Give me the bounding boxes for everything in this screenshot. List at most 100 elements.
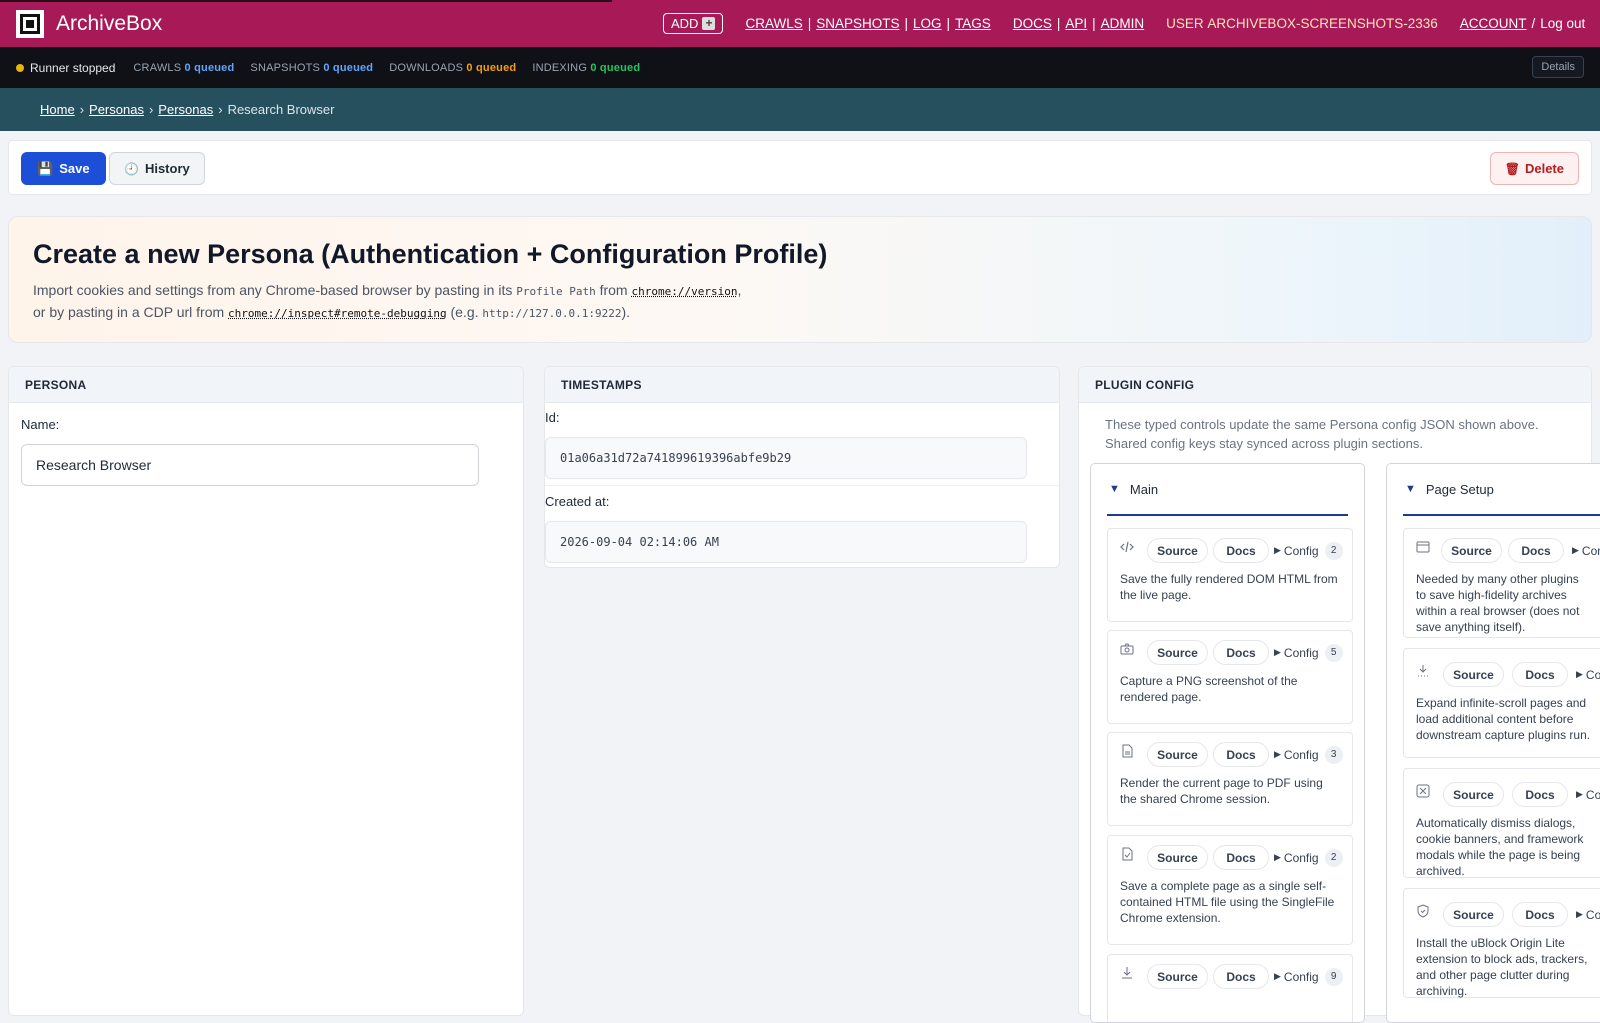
plugin-card-infiniscroll: Source Docs ▶Config Expand infinite-scro… [1403,648,1600,758]
source-button[interactable]: Source [1147,640,1208,665]
nav-docs[interactable]: DOCS [1013,16,1052,31]
config-toggle[interactable]: ▶Config [1572,538,1600,563]
browser-window-icon [1416,540,1430,554]
config-toggle[interactable]: ▶ Config 9 [1274,964,1343,989]
timestamps-panel-title: TIMESTAMPS [545,367,1059,403]
persona-panel: PERSONA Name: [8,366,524,1016]
caret-right-icon: ▶ [1576,909,1583,919]
plugin-description: Automatically dismiss dialogs, cookie ba… [1416,816,1584,878]
orchestrator-status-bar: Runner stopped CRAWLS 0 queued SNAPSHOTS… [0,47,1600,88]
source-button[interactable]: Source [1147,845,1208,870]
page-title: Create a new Persona (Authentication + C… [33,239,828,269]
docs-button[interactable]: Docs [1213,845,1269,870]
breadcrumb-current: Research Browser [227,102,335,117]
config-toggle[interactable]: ▶Config [1576,662,1600,687]
name-label: Name: [21,417,60,432]
source-button[interactable]: Source [1147,964,1208,989]
user-label: USER [1166,16,1204,31]
docs-button[interactable]: Docs [1512,662,1568,687]
clock-icon: 🕘 [124,161,139,176]
config-toggle[interactable]: ▶ Config 3 [1274,742,1343,767]
plugin-card-chrome: Source Docs ▶Config Needed by many other… [1403,528,1600,638]
brand-name: ArchiveBox [56,11,163,35]
dismiss-x-icon [1416,784,1430,798]
trash-icon: 🗑 [1504,161,1520,176]
save-button[interactable]: 💾 Save [21,152,106,185]
nav-api[interactable]: API [1065,16,1087,31]
docs-button[interactable]: Docs [1508,538,1564,563]
id-value: 01a06a31d72a741899619396abfe9b29 [545,437,1027,479]
caret-right-icon: ▶ [1274,545,1281,555]
nav-log[interactable]: LOG [913,16,942,31]
caret-right-icon: ▶ [1576,669,1583,679]
plugin-description: Capture a PNG screenshot of the rendered… [1120,674,1298,704]
source-button[interactable]: Source [1147,538,1208,563]
docs-button[interactable]: Docs [1512,902,1568,927]
floppy-disk-icon: 💾 [37,160,54,176]
code-icon [1120,540,1134,554]
nav-crawls[interactable]: CRAWLS [745,16,802,31]
intro-banner: Create a new Persona (Authentication + C… [8,216,1592,343]
breadcrumb-personas-app[interactable]: Personas [89,102,144,117]
config-toggle[interactable]: ▶Config [1576,902,1600,927]
source-button[interactable]: Source [1147,742,1208,767]
username: ARCHIVEBOX-SCREENSHOTS-2336 [1207,16,1438,31]
docs-button[interactable]: Docs [1213,640,1269,665]
details-button[interactable]: Details [1532,56,1584,78]
config-toggle[interactable]: ▶ Config 5 [1274,640,1343,665]
name-input[interactable] [21,444,479,486]
breadcrumb: Home › Personas › Personas › Research Brows… [0,88,1600,131]
file-check-icon [1120,847,1134,861]
page-setup-section-toggle[interactable]: ▼ Page Setup [1403,464,1600,516]
plugin-card-modal-closer: Source Docs ▶Config Automatically dismis… [1403,768,1600,878]
plugin-description: Expand infinite-scroll pages and load ad… [1416,696,1591,742]
delete-button[interactable]: 🗑 Delete [1489,152,1579,185]
config-toggle[interactable]: ▶Config [1576,782,1600,807]
add-button[interactable]: ADD + [663,13,724,34]
timestamps-panel: TIMESTAMPS Id: 01a06a31d72a741899619396a… [544,366,1060,568]
history-button[interactable]: 🕘 History [109,152,205,185]
top-navbar: ArchiveBox ADD + CRAWLS | SNAPSHOTS | LOG | … [0,0,1600,47]
nav-snapshots[interactable]: SNAPSHOTS [816,16,899,31]
nav-logout[interactable]: Log out [1540,16,1585,31]
id-label: Id: [545,410,560,425]
crawls-queue-stat: CRAWLS 0 queued [133,61,235,74]
source-button[interactable]: Source [1443,662,1504,687]
top-nav: ADD + CRAWLS | SNAPSHOTS | LOG | TAGS DOCS | … [663,13,1585,34]
source-button[interactable]: Source [1443,902,1504,927]
docs-button[interactable]: Docs [1512,782,1568,807]
caret-right-icon: ▶ [1274,647,1281,657]
intro-text-line1: Import cookies and settings from any Chr… [33,282,742,298]
plugin-config-description: These typed controls update the same Per… [1105,417,1539,451]
runner-status: Runner stopped [30,60,116,75]
caret-right-icon: ▶ [1274,749,1281,759]
nav-admin[interactable]: ADMIN [1101,16,1145,31]
plugin-card-ublock: Source Docs ▶Config Install the uBlock O… [1403,888,1600,998]
chrome-version-link[interactable]: chrome://version [631,285,737,298]
file-icon [1120,744,1134,758]
caret-down-icon: ▼ [1405,483,1416,495]
infinite-scroll-icon [1416,664,1430,678]
config-toggle[interactable]: ▶ Config 2 [1274,538,1343,563]
source-button[interactable]: Source [1443,782,1504,807]
plugin-section-main: ▼ Main Source Docs ▶ Config 2 Save the full… [1090,463,1365,1023]
plugin-card-singlefile: Source Docs ▶ Config 2 Save a complete pag… [1107,835,1353,945]
indexing-queue-stat: INDEXING 0 queued [532,61,641,74]
docs-button[interactable]: Docs [1213,964,1269,989]
object-actions-bar: 💾 Save 🕘 History 🗑 Delete [8,140,1592,195]
docs-button[interactable]: Docs [1213,538,1269,563]
nav-account[interactable]: ACCOUNT [1460,16,1527,31]
camera-icon [1120,642,1134,656]
intro-text-line2: or by pasting in a CDP url from chrome:/… [33,304,631,320]
nav-tags[interactable]: TAGS [955,16,991,31]
main-section-toggle[interactable]: ▼ Main [1107,464,1348,516]
source-button[interactable]: Source [1441,538,1502,563]
chrome-inspect-link[interactable]: chrome://inspect#remote-debugging [228,307,447,320]
breadcrumb-personas-model[interactable]: Personas [158,102,213,117]
docs-button[interactable]: Docs [1213,742,1269,767]
created-at-label: Created at: [545,494,610,509]
plugin-section-page-setup: ▼Page Setup Source Docs ▶Config Needed b… [1386,463,1600,1023]
brand-home-link[interactable]: ArchiveBox [16,9,163,38]
breadcrumb-home[interactable]: Home [40,102,75,117]
config-toggle[interactable]: ▶ Config 2 [1274,845,1343,870]
